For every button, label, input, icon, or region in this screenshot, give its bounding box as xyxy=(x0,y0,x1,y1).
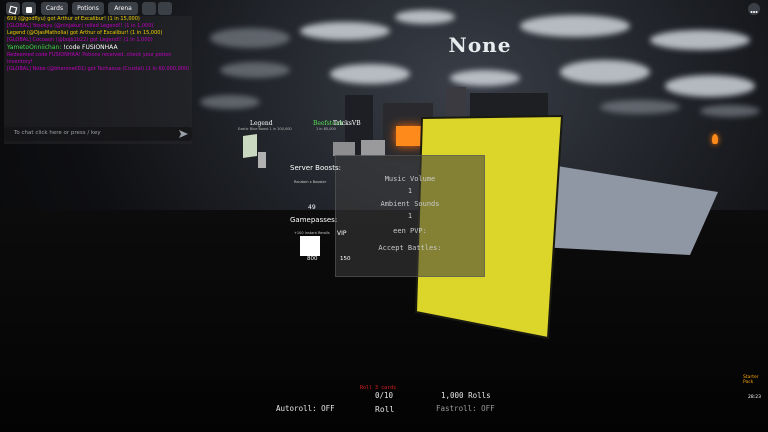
chat-message-text: !code FUSIONHAA xyxy=(61,44,118,51)
menu-icon[interactable] xyxy=(142,2,156,15)
cloud xyxy=(220,62,290,78)
ambient-sounds-label: Ambient Sounds xyxy=(380,200,440,208)
cloud xyxy=(560,60,650,84)
nametag-left: Legend xyxy=(250,120,273,127)
cloud xyxy=(650,30,750,50)
roblox-menu-icon[interactable] xyxy=(6,2,20,15)
pass-caption: +100 Instant Rerolls xyxy=(294,231,330,235)
cloud xyxy=(395,10,455,24)
card-sign xyxy=(243,134,257,158)
booster-caption: Random x Booster xyxy=(294,180,327,184)
fastroll-button[interactable]: Fastroll: OFF xyxy=(436,404,495,413)
music-volume-label: Music Volume xyxy=(384,175,436,183)
pass-price: 800 xyxy=(307,256,318,262)
torch-flame xyxy=(712,134,718,144)
chat-message: [GLOBAL] Yosokyu (@ninjakur) rolled Lege… xyxy=(7,23,154,29)
ambient-sounds-value[interactable]: 1 xyxy=(336,212,484,220)
post xyxy=(258,152,266,168)
chat-message: Redeemed code FUSIONHAA! Potions receive… xyxy=(7,52,172,65)
send-icon[interactable] xyxy=(179,130,188,138)
chat-message: Legend (@OjasMatholia) got Arthur of Exc… xyxy=(7,30,163,36)
chat-input-placeholder: To chat click here or press / key xyxy=(14,130,101,136)
chat-message: [GLOBAL] Nobe (@bheroneil01) got Techaou… xyxy=(7,66,190,72)
nametag-mid-2: TricksVB xyxy=(333,120,361,127)
settings-icon[interactable] xyxy=(158,2,172,15)
chat-message: YametoOnniichan: !code FUSIONHAA xyxy=(7,44,192,52)
nametag-mid-sub: 1 in 85,000 xyxy=(316,127,336,131)
nametag-left-sub: Exotic Blue Boost 1 in 200,000 xyxy=(238,127,292,131)
chat-toggle-icon[interactable] xyxy=(22,2,36,15)
chat-messages: 699 (@godflyu) got Arthur of Excalibur! … xyxy=(4,16,192,73)
chat-input[interactable]: To chat click here or press / key xyxy=(4,127,192,141)
cloud xyxy=(450,70,520,86)
more-options-icon[interactable] xyxy=(748,3,760,15)
chat-username: YametoOnniichan: xyxy=(7,44,62,51)
pvp-toggle[interactable]: een PVP: xyxy=(336,227,484,235)
timer: 28:23 xyxy=(748,395,761,400)
accept-battles-toggle[interactable]: Accept Battles: xyxy=(336,244,484,252)
cloud xyxy=(520,15,630,37)
starter-pack-button[interactable]: Starter Pack xyxy=(743,375,768,385)
instant-rerolls-pass-icon[interactable] xyxy=(300,236,320,256)
chat-message: 699 (@godflyu) got Arthur of Excalibur! … xyxy=(7,16,140,22)
cards-button[interactable]: Cards xyxy=(41,2,68,15)
chat-window[interactable]: 699 (@godflyu) got Arthur of Excalibur! … xyxy=(4,16,192,144)
cloud xyxy=(200,95,260,109)
roll-button[interactable]: Roll xyxy=(375,405,394,414)
vip-price: 150 xyxy=(340,256,351,262)
roll-counter: 0/10 xyxy=(375,391,394,400)
crate xyxy=(333,142,355,156)
music-volume-value[interactable]: 1 xyxy=(336,187,484,195)
scene-title: None xyxy=(448,33,512,57)
potions-button[interactable]: Potions xyxy=(72,2,104,15)
cloud xyxy=(600,100,680,114)
cloud xyxy=(700,105,760,117)
server-boosts-label: Server Boosts: xyxy=(290,164,341,172)
gamepasses-label: Gamepasses: xyxy=(290,216,338,224)
vip-label[interactable]: VIP xyxy=(337,230,347,237)
autoroll-button[interactable]: Autoroll: OFF xyxy=(276,404,335,413)
rolls-total: 1,000 Rolls xyxy=(441,391,491,400)
crate xyxy=(361,140,385,156)
settings-panel: Music Volume 1 Ambient Sounds 1 een PVP:… xyxy=(335,155,485,277)
chat-message: [GLOBAL] Cocoaon (@bojb1b22) got Legend!… xyxy=(7,37,153,43)
arena-button[interactable]: Arena xyxy=(108,2,138,15)
cloud xyxy=(300,22,390,40)
booster-value: 49 xyxy=(308,204,316,211)
cloud xyxy=(210,28,290,48)
cloud xyxy=(330,64,410,84)
cloud xyxy=(665,75,755,97)
